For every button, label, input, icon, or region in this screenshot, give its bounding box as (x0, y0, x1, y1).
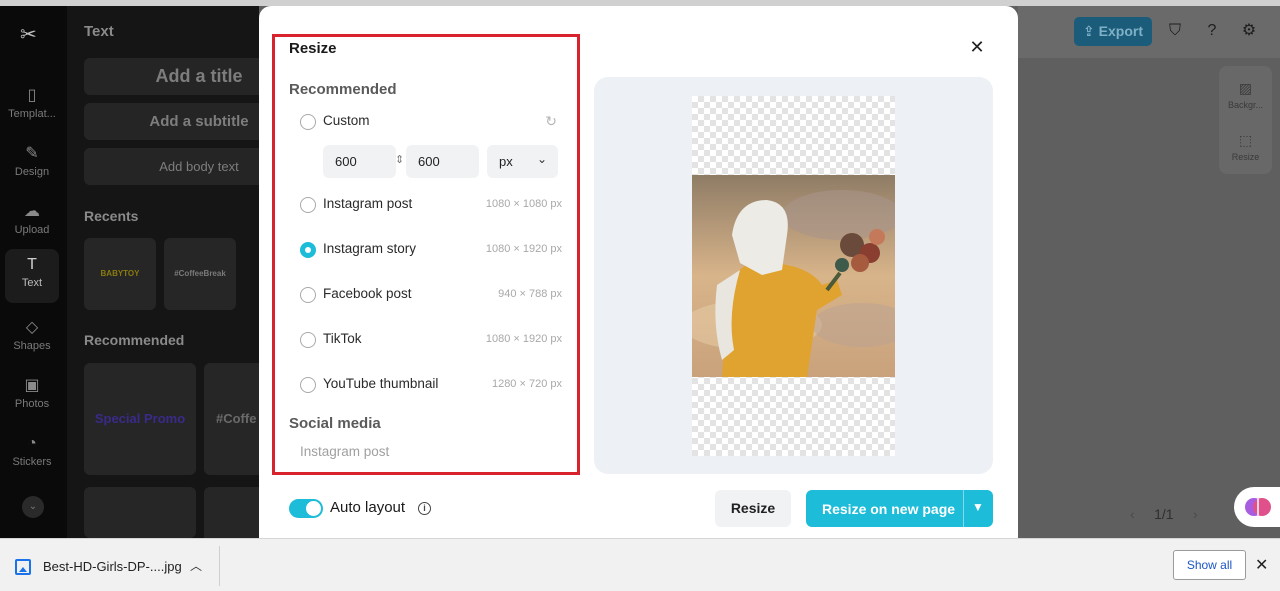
auto-layout-toggle[interactable] (289, 499, 323, 518)
divider (219, 546, 220, 586)
gear-icon[interactable]: ⚙ (1240, 22, 1258, 40)
brain-icon (1245, 498, 1271, 516)
side-tool-background[interactable]: ▨ Backgr... (1219, 80, 1272, 110)
left-rail: ✂ ▯ Templat... ✎ Design ☁ Upload T Text ◇ Sha… (0, 6, 67, 538)
design-icon: ✎ (25, 145, 39, 162)
shapes-icon: ◇ (25, 319, 39, 336)
rail-item-upload[interactable]: ☁ Upload (5, 196, 59, 250)
recent-thumb[interactable]: #CoffeeBreak (164, 238, 236, 310)
close-icon[interactable]: ✕ (1255, 555, 1268, 575)
download-bar: Best-HD-Girls-DP-....jpg ︿ Show all ✕ (0, 538, 1280, 591)
info-icon[interactable]: i (418, 502, 431, 515)
rail-item-text[interactable]: T Text (5, 249, 59, 303)
background-icon: ▨ (1238, 80, 1253, 96)
chevron-up-icon[interactable]: ︿ (190, 557, 202, 574)
ai-assistant-button[interactable] (1234, 487, 1280, 527)
rail-item-design[interactable]: ✎ Design (5, 138, 59, 192)
recent-thumb[interactable]: BABYTOY (84, 238, 156, 310)
text-panel: Text Add a title Add a subtitle Add body… (67, 6, 314, 538)
page-pager: ‹ 1/1 › (1130, 506, 1198, 522)
recommended-thumb[interactable]: #Coffe (204, 363, 259, 475)
collapse-chevron-icon[interactable]: ⌄ (22, 496, 44, 518)
resize-icon: ⬚ (1238, 132, 1253, 148)
help-icon[interactable]: ? (1203, 22, 1221, 40)
text-icon: T (27, 256, 37, 273)
show-all-button[interactable]: Show all (1173, 550, 1246, 580)
resize-on-new-page-button[interactable]: Resize on new page ▼ (806, 490, 993, 527)
recommended-thumb[interactable] (204, 487, 259, 538)
rail-item-photos[interactable]: ▣ Photos (5, 370, 59, 424)
export-button[interactable]: ⇪ Export (1074, 17, 1152, 46)
panel-title: Text (84, 23, 114, 40)
side-tools-card: ▨ Backgr... ⬚ Resize (1219, 66, 1272, 174)
rail-item-shapes[interactable]: ◇ Shapes (5, 312, 59, 366)
capcut-logo-icon[interactable]: ✂ (20, 22, 46, 46)
template-icon: ▯ (27, 87, 37, 104)
highlight-annotation-box (272, 34, 580, 475)
photos-icon: ▣ (24, 377, 40, 394)
side-tool-resize[interactable]: ⬚ Resize (1219, 132, 1272, 162)
close-icon[interactable]: ✕ (966, 36, 988, 58)
resize-button[interactable]: Resize (715, 490, 791, 527)
shield-icon[interactable]: ⛉ (1166, 22, 1184, 40)
image-file-icon (15, 559, 31, 575)
auto-layout-label: Auto layout (330, 499, 406, 516)
rail-item-stickers[interactable]: ◔ Stickers (5, 428, 59, 482)
recommended-thumb[interactable]: Special Promo (84, 363, 196, 475)
preview-photo (692, 175, 895, 377)
button-divider (963, 490, 964, 527)
rail-item-templates[interactable]: ▯ Templat... (5, 80, 59, 134)
recents-heading: Recents (84, 208, 139, 224)
upload-icon: ☁ (24, 203, 40, 220)
chevron-down-icon[interactable]: ▼ (972, 500, 984, 514)
lock-icon: ⇪ (1083, 23, 1099, 39)
chevron-right-icon[interactable]: › (1193, 506, 1198, 522)
recommended-heading: Recommended (84, 332, 185, 348)
recommended-thumb[interactable] (84, 487, 196, 538)
chevron-left-icon[interactable]: ‹ (1130, 506, 1135, 522)
download-file-name[interactable]: Best-HD-Girls-DP-....jpg (43, 559, 182, 574)
stickers-icon: ◔ (27, 435, 37, 452)
